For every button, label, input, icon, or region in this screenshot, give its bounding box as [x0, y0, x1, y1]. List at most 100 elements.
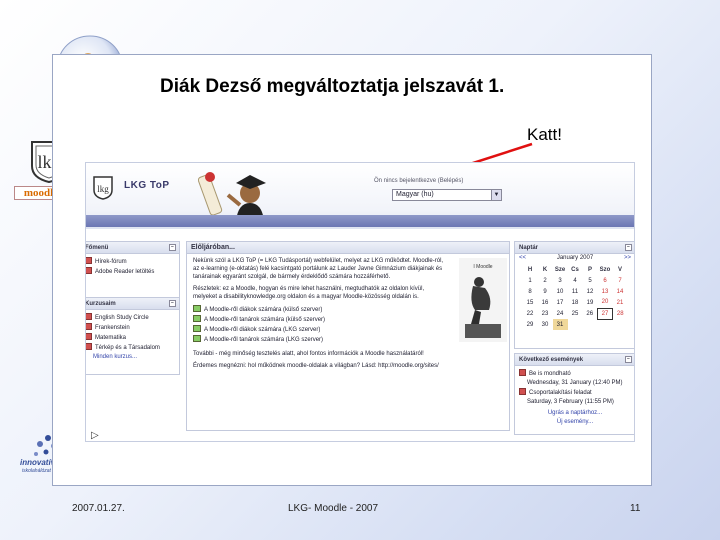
all-courses-link[interactable]: Minden kurzus...	[86, 353, 175, 361]
footer-date: 2007.01.27.	[72, 503, 125, 514]
login-status: Ön nincs bejelentkezve (Belépés)	[374, 178, 464, 184]
calendar-grid: H K Sze Cs P Szo V 1 2 3 4 5 6 7 8 9 10 11 12 13 14 15 16 17 18…	[523, 264, 628, 330]
more-info-paragraph: További - még minőség tesztelés alatt, a…	[193, 351, 424, 357]
course-link[interactable]: Matematika	[86, 333, 175, 342]
main-menu-item[interactable]: Hírek-fórum	[86, 257, 175, 266]
calendar-day[interactable]: 9	[538, 286, 553, 297]
calendar-day[interactable]: 12	[583, 286, 598, 297]
moodle-link[interactable]: A Moodle-ről diákok számára (LKG szerver…	[193, 325, 449, 334]
site-header: lkg LKG ToP Ön nincs bejelentkezve (Belé…	[86, 163, 634, 229]
calendar-day[interactable]: 3	[553, 275, 568, 286]
innovativ-sublabel: iskolahálózat	[22, 468, 51, 474]
calendar-day[interactable]: 15	[523, 297, 538, 308]
sites-paragraph: Érdemes megnézni: hol működnek moodle-ol…	[193, 363, 439, 369]
calendar-day[interactable]: 11	[568, 286, 583, 297]
thinker-label: I Moodle	[473, 264, 492, 270]
language-select[interactable]: Magyar (hu) ▼	[392, 189, 502, 201]
calendar-day[interactable]: 25	[568, 308, 583, 319]
events-block: Következő események − Be is mondható Wed…	[514, 353, 634, 435]
event-date: Wednesday, 31 January (12:40 PM)	[527, 380, 623, 386]
calendar-weekday: V	[617, 266, 622, 273]
event-link[interactable]: Csoportalakítási feladat	[519, 388, 631, 397]
events-title: Következő események −	[515, 354, 634, 366]
calendar-day[interactable]: 20	[598, 297, 613, 308]
svg-text:lkg: lkg	[97, 184, 109, 194]
innovativ-label: innovatív	[20, 458, 56, 467]
calendar-day[interactable]: 5	[583, 275, 598, 286]
calendar-block: Naptár − << January 2007 >> H K Sze Cs P Szo V…	[514, 241, 634, 349]
site-navbar	[86, 215, 634, 227]
calendar-next-link[interactable]: >>	[624, 254, 631, 262]
footer-title: LKG- Moodle - 2007	[288, 503, 379, 514]
calendar-day[interactable]: 23	[538, 308, 553, 319]
calendar-weekday: Szo	[599, 266, 611, 273]
calendar-day[interactable]: 10	[553, 286, 568, 297]
calendar-day[interactable]: 21	[613, 297, 628, 308]
moodle-site-screenshot: lkg LKG ToP Ön nincs bejelentkezve (Belé…	[85, 162, 635, 442]
graduate-diploma-icon	[198, 172, 266, 221]
calendar-day[interactable]: 22	[523, 308, 538, 319]
calendar-weekday: P	[587, 266, 592, 273]
calendar-day	[598, 319, 613, 330]
chevron-down-icon[interactable]: ▼	[491, 190, 501, 200]
collapse-icon[interactable]: −	[169, 244, 176, 251]
moodle-link[interactable]: A Moodle-ről tanárok számára (LKG szerve…	[193, 335, 449, 344]
main-menu-item[interactable]: Adobe Reader letöltés	[86, 267, 175, 276]
site-name: LKG ToP	[124, 180, 170, 191]
calendar-day[interactable]: 18	[568, 297, 583, 308]
calendar-day[interactable]: 6	[598, 275, 613, 286]
center-title: Előljáróban...	[187, 242, 509, 254]
moodle-link[interactable]: A Moodle-ről diákok számára (külső szerv…	[193, 305, 449, 314]
calendar-day[interactable]: 16	[538, 297, 553, 308]
calendar-day[interactable]: 31	[552, 319, 568, 330]
calendar-day[interactable]: 1	[523, 275, 538, 286]
courses-title: Kurzusaim −	[86, 298, 179, 310]
calendar-weekday: K	[542, 266, 548, 273]
center-content-block: Előljáróban... Nekünk szól a LKG ToP (= …	[186, 241, 510, 431]
calendar-day[interactable]: 26	[583, 308, 598, 319]
calendar-day	[583, 319, 598, 330]
thinker-statue-icon: I Moodle	[459, 258, 507, 342]
calendar-day[interactable]: 28	[613, 308, 628, 319]
calendar-day	[568, 319, 583, 330]
main-menu-block: Főmenü − Hírek-fórum Adobe Reader letölt…	[86, 241, 180, 299]
language-select-value: Magyar (hu)	[396, 191, 434, 198]
calendar-month: January 2007	[556, 255, 594, 261]
course-link[interactable]: Térkép és a Társadalom	[86, 343, 175, 352]
calendar-day[interactable]: 4	[568, 275, 583, 286]
calendar-day[interactable]: 27	[597, 307, 613, 320]
calendar-day	[613, 319, 628, 330]
calendar-prev-link[interactable]: <<	[519, 254, 526, 262]
calendar-title: Naptár −	[515, 242, 634, 254]
calendar-weekday: H	[527, 266, 533, 273]
lkg-site-logo: lkg	[93, 176, 113, 200]
mouse-cursor-icon: ▷	[91, 430, 99, 441]
calendar-weekday: Cs	[571, 266, 579, 273]
calendar-day[interactable]: 13	[598, 286, 613, 297]
event-date: Saturday, 3 February (11:55 PM)	[527, 399, 614, 405]
courses-block: Kurzusaim − English Study Circle Franken…	[86, 297, 180, 375]
calendar-weekday: Sze	[554, 266, 566, 273]
collapse-icon[interactable]: −	[625, 244, 632, 251]
calendar-day[interactable]: 14	[613, 286, 628, 297]
calendar-day[interactable]: 19	[583, 297, 598, 308]
goto-calendar-link[interactable]: Ugrás a naptárhoz...	[519, 409, 631, 417]
main-menu-title: Főmenü −	[86, 242, 179, 254]
page-number: 11	[630, 503, 641, 514]
calendar-day[interactable]: 17	[553, 297, 568, 308]
collapse-icon[interactable]: −	[169, 300, 176, 307]
intro-paragraph: Nekünk szól a LKG ToP (= LKG Tudásportál…	[193, 258, 444, 280]
new-event-link[interactable]: Új esemény...	[519, 418, 631, 426]
calendar-day[interactable]: 7	[613, 275, 628, 286]
collapse-icon[interactable]: −	[625, 356, 632, 363]
calendar-day[interactable]: 29	[523, 319, 538, 330]
event-link[interactable]: Be is mondható	[519, 369, 631, 378]
course-link[interactable]: Frankenstein	[86, 323, 175, 332]
calendar-day[interactable]: 8	[523, 286, 538, 297]
calendar-day[interactable]: 24	[553, 308, 568, 319]
calendar-day[interactable]: 2	[538, 275, 553, 286]
slide-title: Diák Dezső megváltoztatja jelszavát 1.	[160, 76, 505, 97]
course-link[interactable]: English Study Circle	[86, 313, 175, 322]
moodle-link[interactable]: A Moodle-ről tanárok számára (külső szer…	[193, 315, 449, 324]
calendar-day[interactable]: 30	[538, 319, 553, 330]
